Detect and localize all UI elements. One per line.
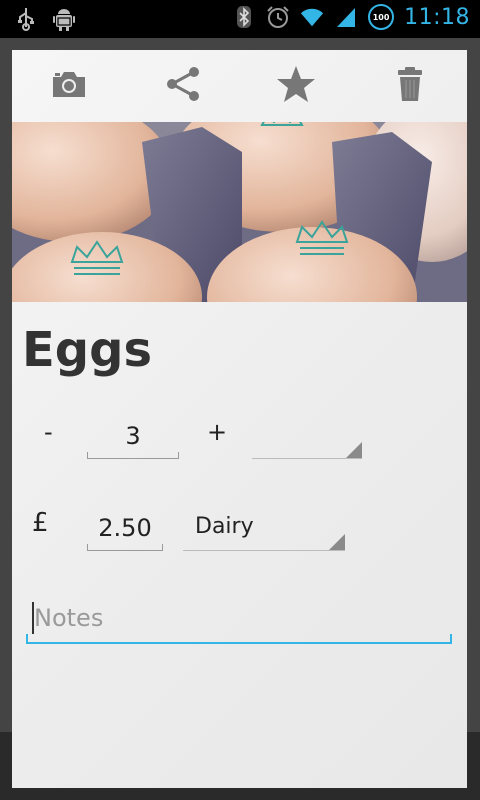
decrease-quantity-button[interactable]: - [44, 418, 53, 446]
category-value: Dairy [195, 514, 254, 539]
dropdown-arrow-icon [329, 534, 345, 550]
item-title[interactable]: Eggs [22, 322, 152, 378]
android-debug-icon [52, 6, 76, 32]
quantity-field[interactable]: 3 [87, 414, 179, 459]
item-photo[interactable] [12, 122, 467, 302]
status-bar: 100 11:18 [0, 0, 480, 38]
category-dropdown[interactable]: Dairy [183, 506, 345, 551]
usb-icon [14, 6, 38, 32]
signal-icon [334, 4, 358, 30]
share-icon [164, 65, 202, 107]
currency-symbol: £ [32, 508, 49, 538]
price-field[interactable]: 2.50 [87, 506, 163, 551]
star-icon [276, 65, 316, 107]
clock: 11:18 [404, 4, 470, 30]
wifi-icon [300, 4, 324, 30]
dialog-toolbar [12, 50, 467, 122]
share-button[interactable] [153, 56, 213, 116]
price-row: £ 2.50 Dairy [12, 498, 467, 558]
item-dialog: Eggs - 3 + £ 2.50 Dairy Notes [12, 50, 467, 788]
camera-button[interactable] [39, 56, 99, 116]
camera-icon [51, 69, 87, 103]
increase-quantity-button[interactable]: + [207, 418, 227, 446]
notes-input[interactable]: Notes [26, 598, 452, 644]
battery-icon: 100 [368, 4, 395, 30]
unit-dropdown[interactable] [252, 414, 362, 459]
bluetooth-icon [232, 4, 256, 30]
dropdown-arrow-icon [346, 442, 362, 458]
delete-button[interactable] [380, 56, 440, 116]
battery-level: 100 [372, 12, 390, 22]
quantity-row: - 3 + [12, 406, 467, 466]
alarm-icon [266, 4, 290, 30]
notes-placeholder: Notes [34, 604, 104, 632]
favorite-button[interactable] [266, 56, 326, 116]
trash-icon [397, 66, 423, 106]
